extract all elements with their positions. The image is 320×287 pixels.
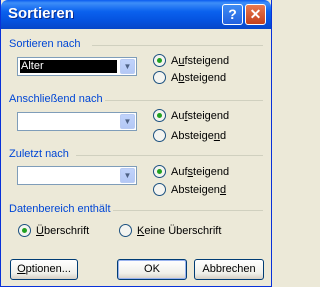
sort-by-descending-radio[interactable]: Absteigend xyxy=(153,71,226,84)
radio-label: Keine Überschrift xyxy=(137,224,222,237)
sort-by-value: Alter xyxy=(20,60,117,73)
group-divider xyxy=(113,210,263,211)
radio-label: Überschrift xyxy=(36,224,90,237)
radio-label: Absteigend xyxy=(171,129,227,142)
radio-dot xyxy=(153,183,166,196)
help-icon: ? xyxy=(228,6,237,22)
radio-label: Aufsteigend xyxy=(171,109,230,122)
radio-label: Aufsteigend xyxy=(171,165,230,178)
options-button[interactable]: Optionen... xyxy=(10,259,78,280)
then-by-value xyxy=(20,115,117,128)
chevron-down-icon[interactable]: ▼ xyxy=(120,168,135,183)
group-label-sort-by: Sortieren nach xyxy=(9,38,81,50)
radio-dot xyxy=(119,224,132,237)
last-by-ascending-radio[interactable]: Aufsteigend xyxy=(153,165,229,178)
group-divider xyxy=(105,100,263,101)
sort-by-ascending-radio[interactable]: Aufsteigend xyxy=(153,54,229,67)
radio-label: Absteigend xyxy=(171,183,227,196)
radio-dot xyxy=(153,71,166,84)
group-label-last-by: Zuletzt nach xyxy=(9,148,69,160)
sort-by-combo[interactable]: Alter ▼ xyxy=(17,57,137,76)
group-label-data-range: Datenbereich enthält xyxy=(9,203,111,215)
header-row-radio[interactable]: Überschrift xyxy=(18,224,89,237)
radio-dot xyxy=(153,129,166,142)
then-by-descending-radio[interactable]: Absteigend xyxy=(153,129,226,142)
last-by-combo[interactable]: ▼ xyxy=(17,166,137,185)
group-label-then-by: Anschließend nach xyxy=(9,93,103,105)
title-bar: Sortieren ? ✕ xyxy=(1,0,271,29)
help-button[interactable]: ? xyxy=(222,4,243,25)
radio-dot xyxy=(18,224,31,237)
group-divider xyxy=(76,155,263,156)
cancel-button[interactable]: Abbrechen xyxy=(194,259,264,280)
last-by-value xyxy=(20,169,117,182)
group-divider xyxy=(92,45,263,46)
button-label: Optionen... xyxy=(17,263,71,275)
radio-dot xyxy=(153,165,166,178)
then-by-combo[interactable]: ▼ xyxy=(17,112,137,131)
window-title: Sortieren xyxy=(8,5,74,22)
close-icon: ✕ xyxy=(249,6,262,22)
chevron-down-icon[interactable]: ▼ xyxy=(120,114,135,129)
radio-dot xyxy=(153,54,166,67)
close-button[interactable]: ✕ xyxy=(245,4,266,25)
sort-dialog: Sortieren ? ✕ Sortieren nach Alter ▼ Auf… xyxy=(0,0,272,287)
no-header-row-radio[interactable]: Keine Überschrift xyxy=(119,224,221,237)
chevron-down-icon[interactable]: ▼ xyxy=(120,59,135,74)
last-by-descending-radio[interactable]: Absteigend xyxy=(153,183,226,196)
radio-dot xyxy=(153,109,166,122)
radio-label: Absteigend xyxy=(171,71,227,84)
radio-label: Aufsteigend xyxy=(171,54,230,67)
ok-button[interactable]: OK xyxy=(117,259,187,280)
then-by-ascending-radio[interactable]: Aufsteigend xyxy=(153,109,229,122)
